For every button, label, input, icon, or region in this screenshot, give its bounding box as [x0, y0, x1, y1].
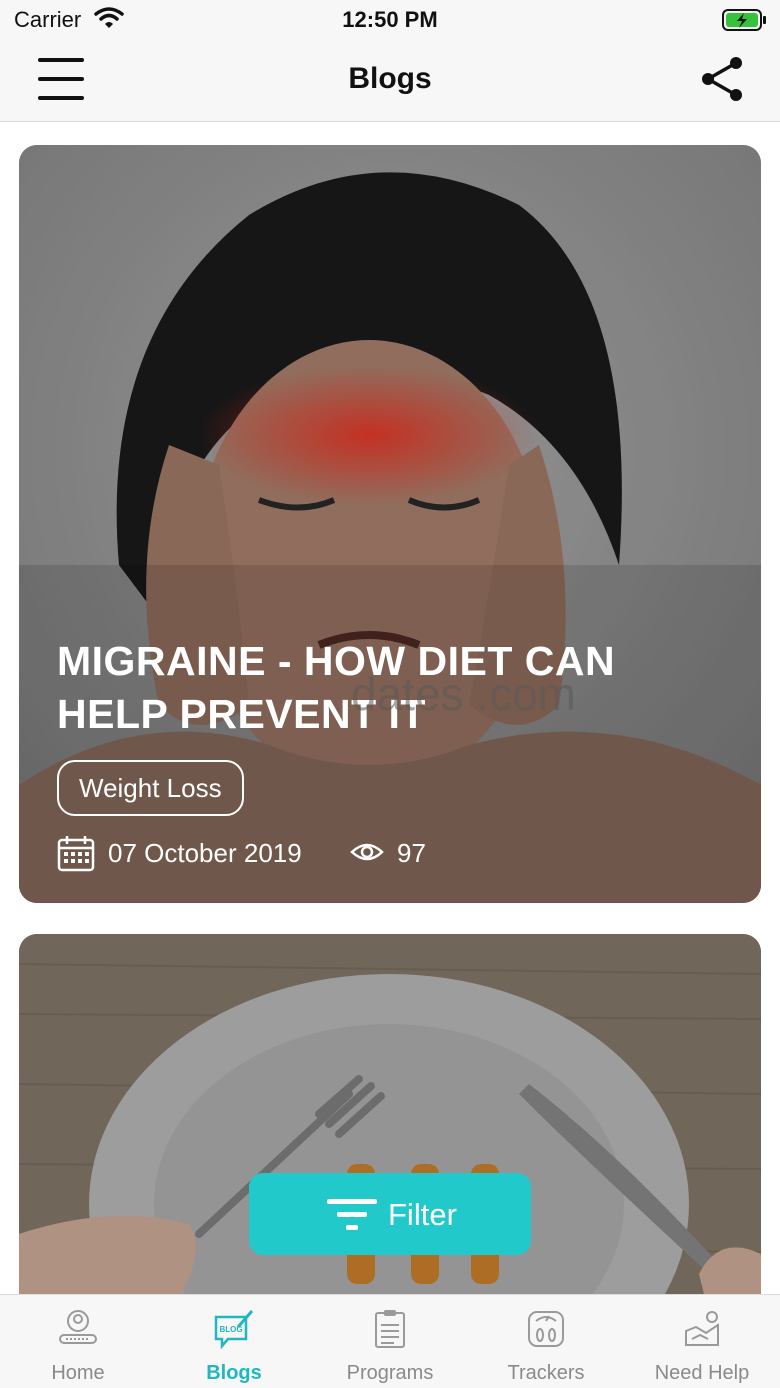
view-count: 97	[397, 838, 426, 868]
category-tag[interactable]: Weight Loss	[57, 760, 244, 816]
tab-label: Blogs	[206, 1362, 262, 1384]
help-icon	[685, 1311, 719, 1346]
watermark: dates .com	[351, 668, 576, 720]
filter-icon	[327, 1199, 377, 1230]
clipboard-icon	[375, 1310, 405, 1348]
filter-label: Filter	[388, 1197, 457, 1232]
tab-programs[interactable]: Programs	[312, 1295, 468, 1388]
navigation-bar: Blogs	[0, 40, 780, 122]
blog-card[interactable]: MIGRAINE - HOW DIET CAN HELP PREVENT IT …	[19, 145, 761, 903]
blog-icon: BLOG	[214, 1310, 254, 1349]
blog-date: 07 October 2019	[108, 838, 302, 868]
status-bar: Carrier 12:50 PM	[0, 0, 780, 40]
tab-need-help[interactable]: Need Help	[624, 1295, 780, 1388]
tab-trackers[interactable]: Trackers	[468, 1295, 624, 1388]
page-title: Blogs	[348, 62, 432, 95]
eye-icon	[350, 843, 384, 861]
calendar-icon	[57, 836, 95, 872]
blog-card[interactable]	[19, 934, 761, 1314]
blog-card-image	[19, 934, 761, 1314]
tab-label: Programs	[346, 1362, 434, 1384]
battery-charging-icon	[722, 9, 766, 31]
scale-icon	[528, 1311, 564, 1347]
tab-label: Need Help	[654, 1362, 750, 1384]
tab-bar: Home BLOG Blogs Programs Trackers Need H…	[0, 1294, 780, 1388]
tab-home[interactable]: Home	[0, 1295, 156, 1388]
tab-label: Home	[51, 1362, 105, 1384]
tab-label: Trackers	[507, 1362, 585, 1384]
home-person-icon	[59, 1310, 97, 1344]
filter-button[interactable]: Filter	[249, 1173, 531, 1255]
svg-text:BLOG: BLOG	[219, 1325, 242, 1334]
tab-blogs[interactable]: BLOG Blogs	[156, 1295, 312, 1388]
clock: 12:50 PM	[342, 7, 438, 32]
share-icon[interactable]	[700, 56, 744, 102]
